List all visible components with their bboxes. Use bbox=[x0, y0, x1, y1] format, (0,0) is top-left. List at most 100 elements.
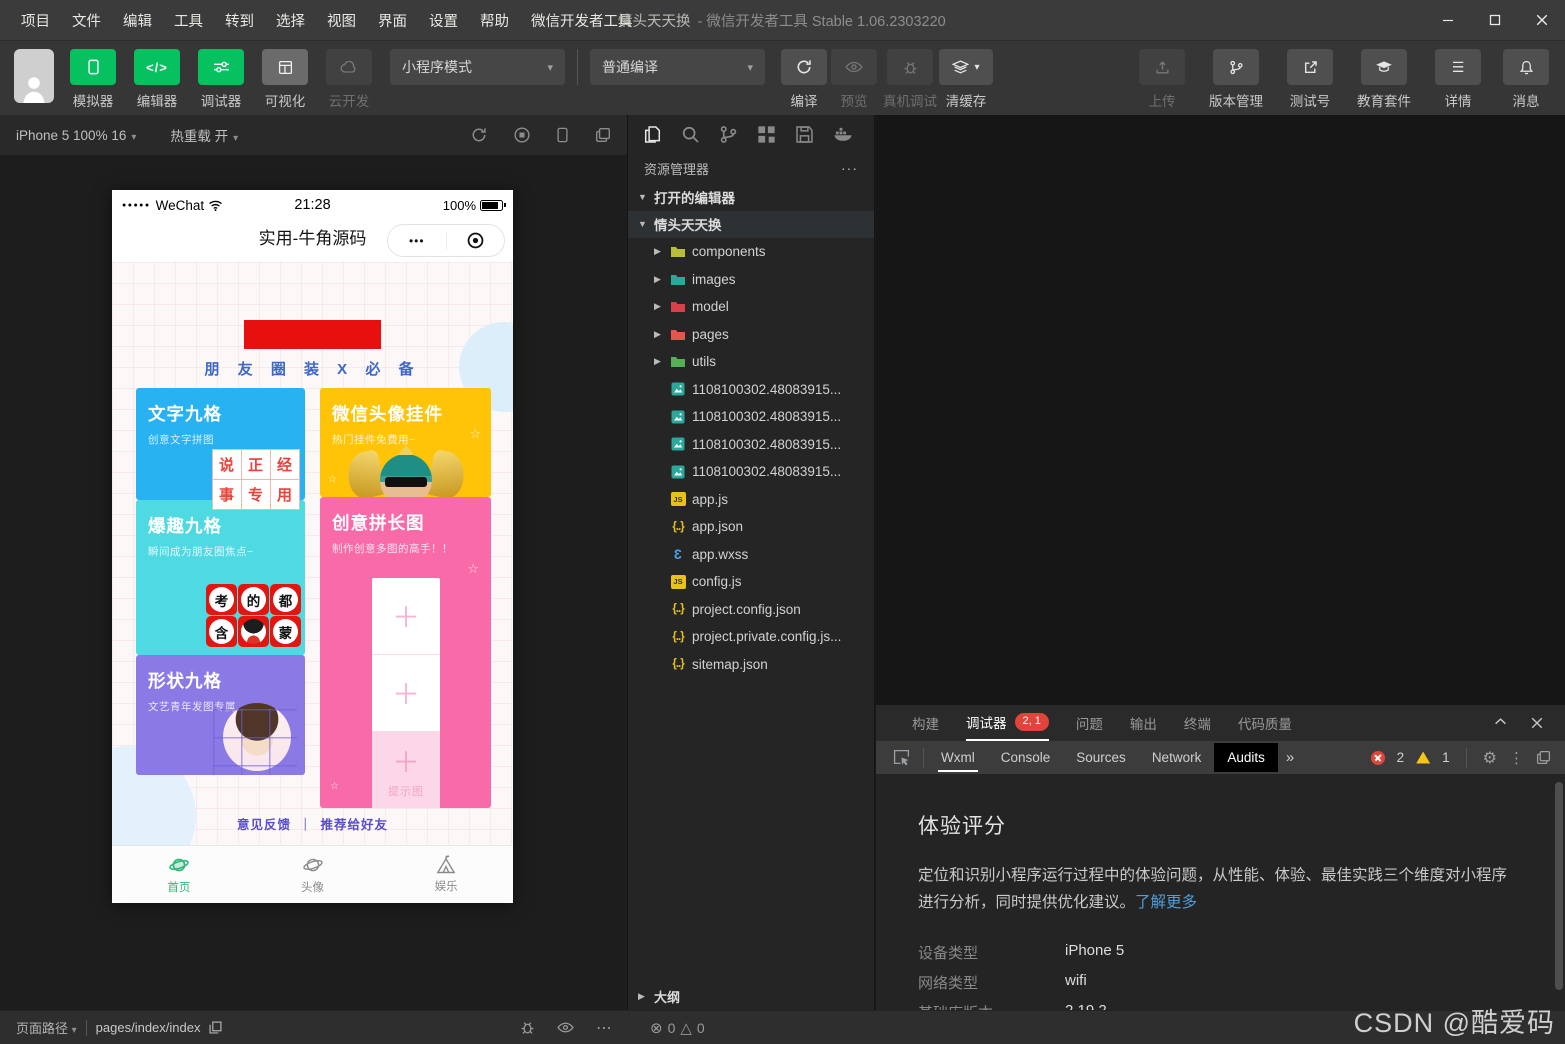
minimize-button[interactable] bbox=[1424, 0, 1471, 40]
tab-build[interactable]: 构建 bbox=[912, 705, 939, 741]
folder-utils[interactable]: ▶ utils bbox=[628, 348, 874, 376]
file-row[interactable]: {..} project.private.config.js... bbox=[628, 623, 874, 651]
save-icon[interactable] bbox=[795, 125, 814, 144]
tile-text-grid[interactable]: 文字九格 创意文字拼图 说 正 经 事 专 用 bbox=[136, 388, 305, 510]
menu-view[interactable]: 视图 bbox=[316, 6, 367, 35]
file-row[interactable]: 1108100302.48083915... bbox=[628, 376, 874, 404]
preview-eye-icon[interactable] bbox=[557, 1022, 574, 1033]
folder-pages[interactable]: ▶ pages bbox=[628, 321, 874, 349]
recommend-link[interactable]: 推荐给好友 bbox=[321, 818, 389, 832]
device-frame-icon[interactable] bbox=[557, 127, 568, 143]
inspect-element-icon[interactable] bbox=[884, 749, 919, 766]
folder-images[interactable]: ▶ images bbox=[628, 266, 874, 294]
exit-target-button[interactable] bbox=[447, 231, 505, 250]
tab-home[interactable]: 首页 bbox=[112, 846, 246, 903]
tab-avatar[interactable]: 头像 bbox=[246, 846, 380, 903]
file-row[interactable]: 1108100302.48083915... bbox=[628, 458, 874, 486]
ellipsis-icon[interactable]: ⋯ bbox=[596, 1018, 612, 1038]
file-row[interactable]: {..} sitemap.json bbox=[628, 651, 874, 679]
close-panel-icon[interactable] bbox=[1531, 717, 1543, 729]
maximize-button[interactable] bbox=[1471, 0, 1518, 40]
tile-avatar-pendant[interactable]: 微信头像挂件 热门挂件免费用~ ☆ ☆ bbox=[320, 388, 491, 497]
section-open-editors[interactable]: ▼ 打开的编辑器 bbox=[628, 183, 874, 211]
section-project-root[interactable]: ▼ 情头天天换 bbox=[628, 210, 874, 238]
file-row[interactable]: {..} app.json bbox=[628, 513, 874, 541]
tile-shape-grid[interactable]: 形状九格 文艺青年发图专属 bbox=[136, 655, 305, 775]
compile-button[interactable]: 编译 bbox=[779, 49, 829, 110]
file-row[interactable]: JS app.js bbox=[628, 486, 874, 514]
test-account-button[interactable]: 测试号 bbox=[1285, 49, 1335, 110]
tile-fun-grid[interactable]: 爆趣九格 瞬间成为朋友圈焦点~ 考 的 都 含 蒙 bbox=[136, 500, 305, 655]
extensions-icon[interactable] bbox=[757, 125, 776, 144]
details-button[interactable]: ☰ 详情 bbox=[1433, 49, 1483, 110]
avatar[interactable] bbox=[14, 49, 54, 103]
hot-reload-toggle[interactable]: 热重载 开 ▾ bbox=[170, 125, 238, 145]
devtools-tab-wxml[interactable]: Wxml bbox=[928, 743, 988, 772]
simulator-toggle[interactable]: 模拟器 bbox=[68, 49, 118, 110]
file-row[interactable]: JS config.js bbox=[628, 568, 874, 596]
close-button[interactable] bbox=[1518, 0, 1565, 40]
gear-icon[interactable]: ⚙ bbox=[1483, 748, 1497, 768]
tab-problems[interactable]: 问题 bbox=[1076, 705, 1103, 741]
feedback-link[interactable]: 意见反馈 bbox=[237, 818, 291, 832]
more-tabs-icon[interactable]: » bbox=[1278, 749, 1302, 766]
devtools-tab-audits[interactable]: Audits bbox=[1214, 743, 1278, 772]
page-path-selector[interactable]: 页面路径 ▾ bbox=[16, 1018, 77, 1037]
menu-select[interactable]: 选择 bbox=[265, 6, 316, 35]
learn-more-link[interactable]: 了解更多 bbox=[1135, 894, 1197, 911]
search-icon[interactable] bbox=[681, 125, 700, 144]
tab-output[interactable]: 输出 bbox=[1130, 705, 1157, 741]
menu-project[interactable]: 项目 bbox=[10, 6, 61, 35]
explorer-more-icon[interactable]: ··· bbox=[841, 160, 858, 176]
file-row[interactable]: 1108100302.48083915... bbox=[628, 403, 874, 431]
tab-debugger[interactable]: 调试器 2, 1 bbox=[966, 705, 1049, 741]
rotate-icon[interactable] bbox=[471, 127, 487, 143]
undock-icon[interactable] bbox=[1536, 750, 1551, 765]
file-row[interactable]: 3 app.wxss bbox=[628, 541, 874, 569]
menu-interface[interactable]: 界面 bbox=[367, 6, 418, 35]
folder-model[interactable]: ▶ model bbox=[628, 293, 874, 321]
tab-terminal[interactable]: 终端 bbox=[1184, 705, 1211, 741]
outline-section[interactable]: ▶ 大纲 bbox=[628, 983, 874, 1011]
red-banner-image[interactable] bbox=[244, 320, 381, 349]
devtools-tab-sources[interactable]: Sources bbox=[1063, 743, 1139, 772]
copy-path-icon[interactable] bbox=[209, 1021, 222, 1034]
wechat-devtools-window: 项目 文件 编辑 工具 转到 选择 视图 界面 设置 帮助 微信开发者工具 情头… bbox=[0, 0, 1565, 1044]
more-menu-button[interactable]: ••• bbox=[388, 234, 446, 248]
version-control-button[interactable]: 版本管理 bbox=[1205, 49, 1267, 110]
chevron-down-icon: ▾ bbox=[71, 1025, 77, 1036]
docker-icon[interactable] bbox=[833, 126, 853, 142]
tile-long-image[interactable]: 创意拼长图 制作创意多图的高手！！ ☆ ☆ ＋ ＋ ＋ 提示图 bbox=[320, 497, 491, 808]
menu-file[interactable]: 文件 bbox=[61, 6, 112, 35]
kebab-menu-icon[interactable]: ⋮ bbox=[1509, 749, 1524, 767]
mode-dropdown[interactable]: 小程序模式 ▾ bbox=[390, 49, 565, 85]
menu-edit[interactable]: 编辑 bbox=[112, 6, 163, 35]
menu-goto[interactable]: 转到 bbox=[214, 6, 265, 35]
visual-toggle[interactable]: 可视化 bbox=[260, 49, 310, 110]
messages-button[interactable]: 消息 bbox=[1501, 49, 1551, 110]
devtools-tab-network[interactable]: Network bbox=[1139, 743, 1215, 772]
device-selector[interactable]: iPhone 5 100% 16 ▾ bbox=[16, 128, 136, 143]
edu-suite-button[interactable]: 教育套件 bbox=[1353, 49, 1415, 110]
menu-tools[interactable]: 工具 bbox=[163, 6, 214, 35]
clear-cache-button[interactable]: ▾ 清缓存 bbox=[939, 49, 993, 110]
menu-settings[interactable]: 设置 bbox=[418, 6, 469, 35]
files-icon[interactable] bbox=[643, 125, 662, 144]
debug-bug-icon[interactable] bbox=[520, 1020, 535, 1035]
devtools-tab-console[interactable]: Console bbox=[988, 743, 1064, 772]
scrollbar[interactable] bbox=[1555, 782, 1563, 990]
tab-code-quality[interactable]: 代码质量 bbox=[1238, 705, 1292, 741]
compile-mode-dropdown[interactable]: 普通编译 ▾ bbox=[590, 49, 765, 85]
problems-indicator[interactable]: ⊗ 0 △ 0 bbox=[628, 1019, 876, 1037]
debugger-toggle[interactable]: 调试器 bbox=[196, 49, 246, 110]
menu-help[interactable]: 帮助 bbox=[469, 6, 520, 35]
collapse-panel-icon[interactable] bbox=[1494, 717, 1507, 729]
record-stop-icon[interactable] bbox=[514, 127, 530, 143]
source-control-icon[interactable] bbox=[719, 125, 738, 144]
tab-entertainment[interactable]: 娱乐 bbox=[379, 846, 513, 903]
file-row[interactable]: 1108100302.48083915... bbox=[628, 431, 874, 459]
folder-components[interactable]: ▶ components bbox=[628, 238, 874, 266]
file-row[interactable]: {..} project.config.json bbox=[628, 596, 874, 624]
multi-window-icon[interactable] bbox=[595, 127, 611, 143]
editor-toggle[interactable]: </> 编辑器 bbox=[132, 49, 182, 110]
